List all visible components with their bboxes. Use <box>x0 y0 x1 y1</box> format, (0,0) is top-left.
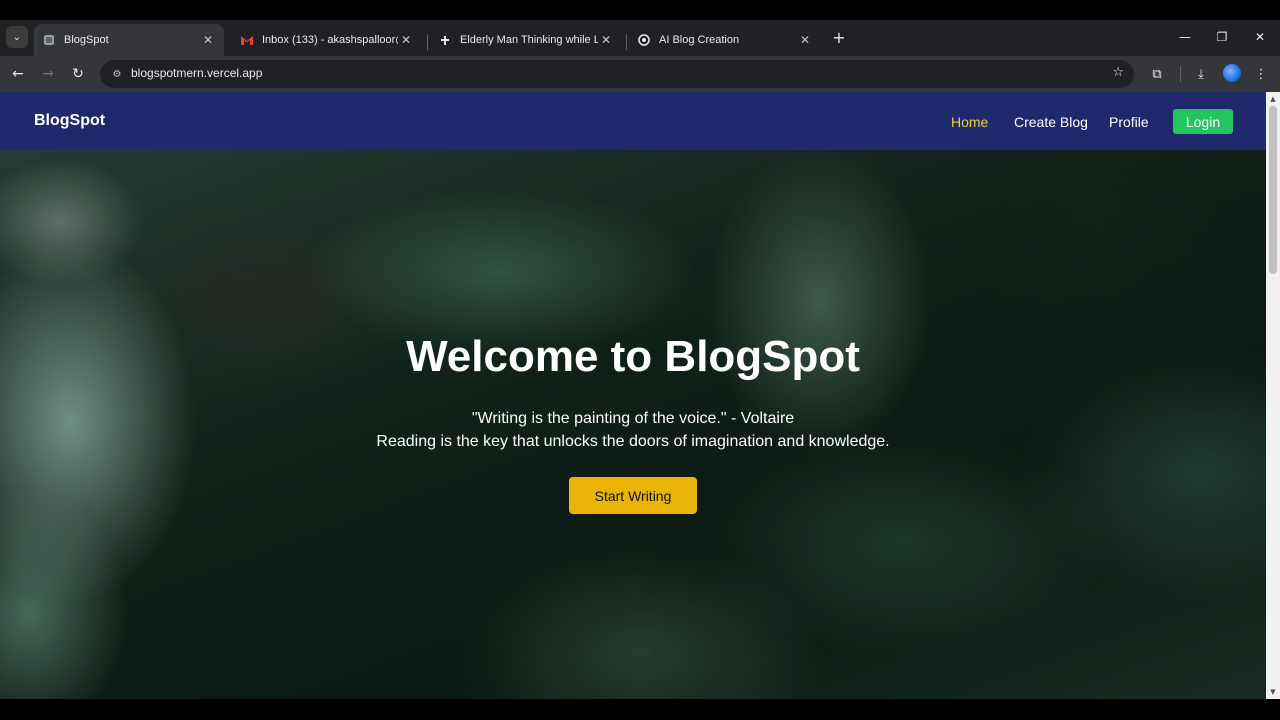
url-text[interactable]: blogspotmern.vercel.app <box>131 66 262 80</box>
close-tab-icon[interactable]: ✕ <box>398 33 414 47</box>
reload-icon[interactable]: ↻ <box>67 63 89 85</box>
profile-avatar[interactable] <box>1223 64 1241 82</box>
screen-bottom-bar <box>0 699 1280 720</box>
blogspot-favicon-icon <box>42 33 56 47</box>
extensions-icon[interactable]: ⧉ <box>1146 63 1168 85</box>
hero-subtitle: Reading is the key that unlocks the door… <box>376 433 890 450</box>
tab-pexels[interactable]: Elderly Man Thinking while Looking at a … <box>430 24 622 56</box>
nav-link-create-blog[interactable]: Create Blog <box>1014 114 1088 130</box>
scrollbar-thumb[interactable] <box>1269 106 1277 274</box>
site-logo[interactable]: BlogSpot <box>34 112 105 130</box>
page-viewport: BlogSpot Home Create Blog Profile Login … <box>0 92 1266 699</box>
site-info-icon[interactable]: ⚙ <box>108 65 126 83</box>
gmail-favicon-icon <box>240 33 254 47</box>
pexels-favicon-icon <box>438 33 452 47</box>
tab-strip: ⌄ BlogSpot ✕ Inbox (133) - akashspalloor… <box>0 20 1280 56</box>
hero-title: Welcome to BlogSpot <box>406 332 860 381</box>
tab-gmail[interactable]: Inbox (133) - akashspalloor@gmail.com ✕ <box>232 24 422 56</box>
chatgpt-favicon-icon <box>637 33 651 47</box>
tab-title: BlogSpot <box>64 34 109 46</box>
site-navbar: BlogSpot Home Create Blog Profile Login <box>0 92 1266 150</box>
menu-kebab-icon[interactable]: ⋮ <box>1250 63 1272 85</box>
nav-link-home[interactable]: Home <box>951 114 988 130</box>
address-bar[interactable]: ⚙ blogspotmern.vercel.app ☆ <box>100 60 1134 88</box>
start-writing-button[interactable]: Start Writing <box>569 477 697 514</box>
tab-separator <box>626 34 627 50</box>
minimize-icon[interactable]: — <box>1174 26 1196 48</box>
hero-overlay <box>0 92 1266 699</box>
tab-separator <box>427 34 428 50</box>
restore-icon[interactable]: ❐ <box>1211 26 1233 48</box>
close-tab-icon[interactable]: ✕ <box>200 33 216 47</box>
toolbar-separator <box>1180 66 1181 82</box>
scroll-down-arrow-icon[interactable]: ▼ <box>1268 687 1278 697</box>
hero-quote: "Writing is the painting of the voice." … <box>471 410 795 427</box>
nav-link-profile[interactable]: Profile <box>1109 114 1149 130</box>
close-tab-icon[interactable]: ✕ <box>598 33 614 47</box>
new-tab-button[interactable]: + <box>830 28 848 47</box>
tab-title: AI Blog Creation <box>659 34 740 46</box>
screen-top-bar <box>0 0 1280 20</box>
scroll-up-arrow-icon[interactable]: ▲ <box>1268 94 1278 104</box>
tab-search-button[interactable]: ⌄ <box>6 26 28 48</box>
login-button[interactable]: Login <box>1173 109 1233 134</box>
close-window-icon[interactable]: ✕ <box>1249 26 1271 48</box>
close-tab-icon[interactable]: ✕ <box>797 33 813 47</box>
tab-blogspot[interactable]: BlogSpot ✕ <box>34 24 224 56</box>
forward-icon[interactable]: → <box>37 63 59 85</box>
tab-title: Elderly Man Thinking while Looking at a … <box>460 34 598 46</box>
bookmark-star-icon[interactable]: ☆ <box>1112 65 1124 80</box>
back-icon[interactable]: ← <box>7 63 29 85</box>
tab-ai-blog[interactable]: AI Blog Creation ✕ <box>629 24 821 56</box>
browser-toolbar: ← → ↻ ⚙ blogspotmern.vercel.app ☆ ⧉ ⤓ ⋮ <box>0 56 1280 92</box>
tab-title: Inbox (133) - akashspalloor@gmail.com <box>262 34 398 46</box>
page-scrollbar[interactable]: ▲ ▼ <box>1266 92 1280 699</box>
download-icon[interactable]: ⤓ <box>1190 63 1212 85</box>
chevron-down-icon: ⌄ <box>12 31 22 43</box>
